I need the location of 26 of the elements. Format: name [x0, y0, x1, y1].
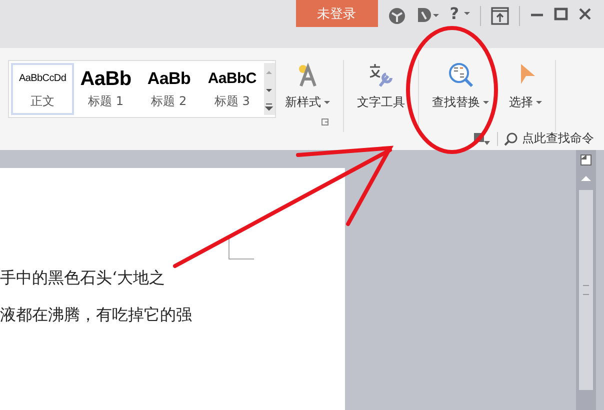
- split-view-icon[interactable]: [580, 154, 592, 166]
- ribbon-button[interactable]: 选择: [506, 60, 545, 118]
- find-replace-icon: [448, 62, 474, 88]
- launcher-icon[interactable]: [321, 118, 329, 126]
- search-icon: [504, 132, 518, 146]
- maximize-icon[interactable]: [554, 7, 568, 21]
- document-text-line: 手中的黑色石头‘大地之: [0, 268, 166, 289]
- text-wrench-icon: [368, 62, 394, 88]
- close-icon[interactable]: [578, 7, 592, 21]
- ribbon-button[interactable]: 查找替换: [429, 60, 492, 118]
- style-option[interactable]: AaBbCcDd 正文: [11, 63, 74, 115]
- help-dropdown[interactable]: ?: [450, 4, 470, 23]
- style-option[interactable]: AaBbC 标题 3: [200, 63, 264, 115]
- panel-toggle-icon[interactable]: [473, 132, 491, 146]
- vertical-scrollbar[interactable]: [576, 150, 596, 410]
- skin-dropdown-icon[interactable]: [416, 7, 440, 23]
- ribbon-button[interactable]: 文字工具: [354, 60, 408, 118]
- margin-corner-mark: [228, 236, 254, 260]
- gallery-scroll[interactable]: [264, 63, 276, 115]
- style-option[interactable]: AaBb 标题 1: [74, 63, 138, 115]
- ribbon-button[interactable]: 新样式: [282, 60, 333, 118]
- document-text-line: 液都在沸腾，有吃掉它的强: [0, 305, 193, 326]
- upload-window-icon[interactable]: [491, 7, 509, 25]
- style-option[interactable]: AaBb 标题 2: [137, 63, 201, 115]
- shield-icon[interactable]: [388, 7, 406, 25]
- command-search[interactable]: 点此查找命令: [504, 130, 594, 147]
